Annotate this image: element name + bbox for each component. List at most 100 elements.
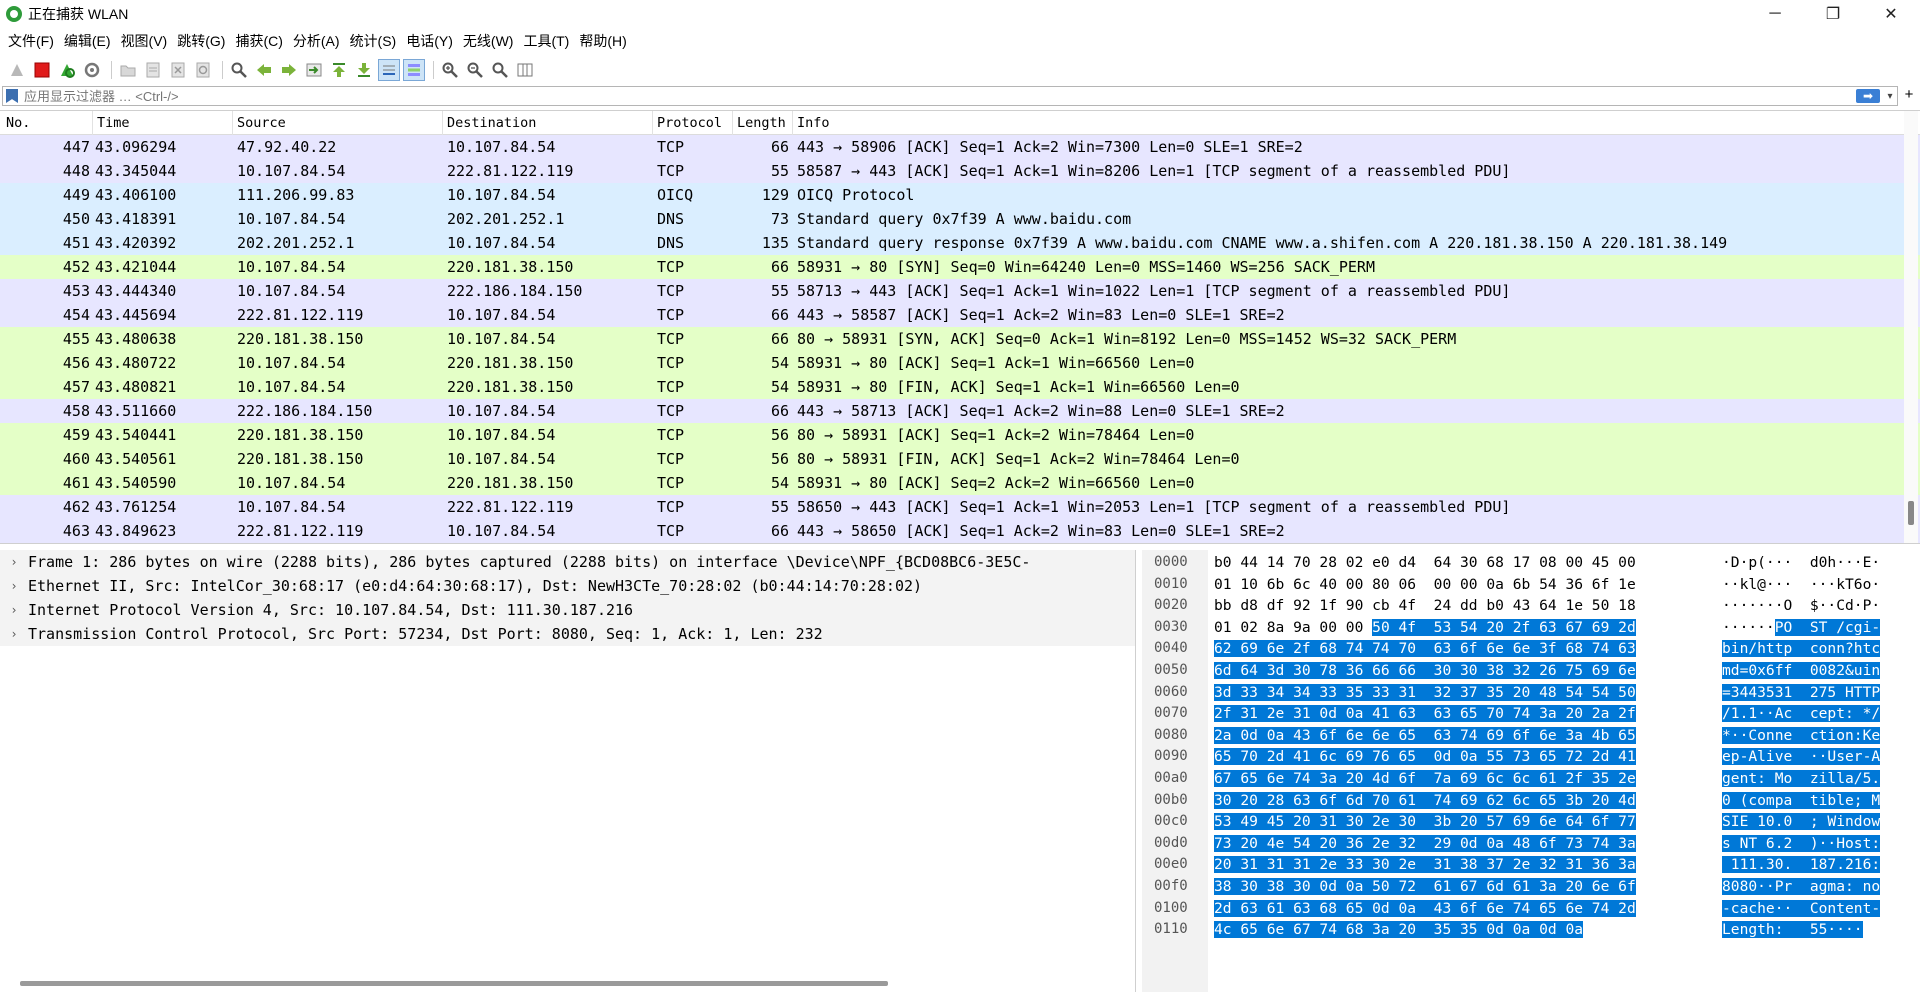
ascii-bytes-line[interactable]: Length: 55···· <box>1722 919 1863 941</box>
hex-bytes-line[interactable]: 73 20 4e 54 20 36 2e 32 29 0d 0a 48 6f 7… <box>1214 833 1636 855</box>
packet-row[interactable]: 452 43.421044 10.107.84.54 220.181.38.150 TC… <box>0 255 1920 279</box>
hex-bytes-line[interactable]: 6d 64 3d 30 78 36 66 66 30 30 38 32 26 7… <box>1214 660 1636 682</box>
packet-row[interactable]: 460 43.540561 220.181.38.150 10.107.84.54 TC… <box>0 447 1920 471</box>
go-to-packet-icon[interactable] <box>303 59 325 81</box>
column-header-protocol[interactable]: Protocol <box>653 111 733 135</box>
menu-telephony[interactable]: 电话(Y) <box>401 31 458 51</box>
packet-row[interactable]: 453 43.444340 10.107.84.54 222.186.184.150 T… <box>0 279 1920 303</box>
column-header-source[interactable]: Source <box>233 111 443 135</box>
start-capture-fin-icon[interactable] <box>6 59 28 81</box>
resize-columns-icon[interactable] <box>514 59 536 81</box>
menu-go[interactable]: 跳转(G) <box>172 31 230 51</box>
column-header-length[interactable]: Length <box>733 111 793 135</box>
hex-bytes-line[interactable]: 01 10 6b 6c 40 00 80 06 00 00 0a 6b 54 3… <box>1214 574 1636 596</box>
close-button[interactable]: ✕ <box>1862 0 1920 28</box>
colorize-list-icon[interactable] <box>403 59 425 81</box>
ascii-bytes-line[interactable]: /1.1··Ac cept: */ <box>1722 703 1881 725</box>
hex-bytes-line[interactable]: b0 44 14 70 28 02 e0 d4 64 30 68 17 08 0… <box>1214 552 1636 574</box>
filter-bookmark-icon[interactable] <box>6 89 18 103</box>
ascii-bytes-line[interactable]: *··Conne ction:Ke <box>1722 725 1881 747</box>
hex-bytes-line[interactable]: 2f 31 2e 31 0d 0a 41 63 63 65 70 74 3a 2… <box>1214 703 1636 725</box>
hex-bytes-line[interactable]: 2a 0d 0a 43 6f 6e 6e 65 63 74 69 6f 6e 3… <box>1214 725 1636 747</box>
display-filter-input[interactable] <box>18 87 1856 105</box>
ascii-bytes-line[interactable]: 111.30. 187.216: <box>1722 854 1881 876</box>
column-header-info[interactable]: Info <box>793 111 1920 135</box>
ascii-bytes-line[interactable]: ·······O $··Cd·P· <box>1722 595 1880 617</box>
hex-bytes-line[interactable]: 20 31 31 31 2e 33 30 2e 31 38 37 2e 32 3… <box>1214 854 1636 876</box>
ascii-bytes-line[interactable]: SIE 10.0 ; Window <box>1722 811 1881 833</box>
hex-bytes-line[interactable]: 4c 65 6e 67 74 68 3a 20 35 35 0d 0a 0d 0… <box>1214 919 1584 941</box>
capture-options-gear-icon[interactable] <box>81 59 103 81</box>
hex-bytes-line[interactable]: 53 49 45 20 31 30 2e 30 3b 20 57 69 6e 6… <box>1214 811 1636 833</box>
stop-capture-icon[interactable] <box>31 59 53 81</box>
expand-arrow-icon[interactable]: › <box>0 579 28 593</box>
packet-row[interactable]: 451 43.420392 202.201.252.1 10.107.84.54 DNS… <box>0 231 1920 255</box>
packet-list-scrollbar[interactable] <box>1904 111 1918 543</box>
menu-wireless[interactable]: 无线(W) <box>458 31 519 51</box>
hex-bytes-line[interactable]: 65 70 2d 41 6c 69 76 65 0d 0a 55 73 65 7… <box>1214 746 1636 768</box>
filter-history-dropdown-icon[interactable]: ▾ <box>1883 91 1897 102</box>
menu-capture[interactable]: 捕获(C) <box>230 31 287 51</box>
hex-bytes-line[interactable]: 62 69 6e 2f 68 74 74 70 63 6f 6e 6e 3f 6… <box>1214 638 1636 660</box>
column-header-destination[interactable]: Destination <box>443 111 653 135</box>
ascii-bytes-line[interactable]: md=0x6ff 0082&uin <box>1722 660 1881 682</box>
reload-file-icon[interactable] <box>192 59 214 81</box>
hex-bytes-line[interactable]: 38 30 38 30 0d 0a 50 72 61 67 6d 61 3a 2… <box>1214 876 1636 898</box>
zoom-normal-icon[interactable] <box>489 59 511 81</box>
close-file-icon[interactable] <box>167 59 189 81</box>
column-header-no[interactable]: No. <box>0 111 93 135</box>
expand-arrow-icon[interactable]: › <box>0 627 28 641</box>
ascii-bytes-line[interactable]: 0 (compa tible; M <box>1722 790 1881 812</box>
scrollbar-thumb[interactable] <box>1908 501 1914 525</box>
go-back-arrow-icon[interactable] <box>253 59 275 81</box>
packet-row[interactable]: 457 43.480821 10.107.84.54 220.181.38.150 TC… <box>0 375 1920 399</box>
go-first-packet-icon[interactable] <box>328 59 350 81</box>
packet-row[interactable]: 456 43.480722 10.107.84.54 220.181.38.150 TC… <box>0 351 1920 375</box>
zoom-in-icon[interactable] <box>439 59 461 81</box>
menu-tools[interactable]: 工具(T) <box>518 31 574 51</box>
maximize-button[interactable]: ❐ <box>1804 0 1862 28</box>
open-file-folder-icon[interactable] <box>117 59 139 81</box>
expand-arrow-icon[interactable]: › <box>0 603 28 617</box>
hex-bytes-line[interactable]: bb d8 df 92 1f 90 cb 4f 24 dd b0 43 64 1… <box>1214 595 1636 617</box>
column-header-time[interactable]: Time <box>93 111 233 135</box>
packet-row[interactable]: 462 43.761254 10.107.84.54 222.81.122.119 TC… <box>0 495 1920 519</box>
menu-analyze[interactable]: 分析(A) <box>288 31 345 51</box>
menu-help[interactable]: 帮助(H) <box>574 31 631 51</box>
auto-scroll-icon[interactable] <box>378 59 400 81</box>
packet-row[interactable]: 455 43.480638 220.181.38.150 10.107.84.54 TC… <box>0 327 1920 351</box>
menu-view[interactable]: 视图(V) <box>116 31 173 51</box>
save-file-icon[interactable] <box>142 59 164 81</box>
ascii-bytes-line[interactable]: -cache·· Content- <box>1722 898 1881 920</box>
ascii-bytes-line[interactable]: gent: Mo zilla/5. <box>1722 768 1881 790</box>
packet-row[interactable]: 458 43.511660 222.186.184.150 10.107.84.54 T… <box>0 399 1920 423</box>
menu-file[interactable]: 文件(F) <box>3 31 59 51</box>
ascii-bytes-line[interactable]: ·D·p(··· d0h···E· <box>1722 552 1880 574</box>
ascii-bytes-line[interactable]: ep-Alive ··User-A <box>1722 746 1881 768</box>
detail-ipv4[interactable]: › Internet Protocol Version 4, Src: 10.1… <box>0 598 1135 622</box>
details-horizontal-scrollbar[interactable] <box>20 981 888 986</box>
ascii-bytes-line[interactable]: s NT 6.2 )··Host: <box>1722 833 1881 855</box>
menu-edit[interactable]: 编辑(E) <box>59 31 116 51</box>
hex-bytes-line[interactable]: 3d 33 34 34 33 35 33 31 32 37 35 20 48 5… <box>1214 682 1636 704</box>
packet-row[interactable]: 448 43.345044 10.107.84.54 222.81.122.119 TC… <box>0 159 1920 183</box>
ascii-bytes-line[interactable]: 8080··Pr agma: no <box>1722 876 1881 898</box>
minimize-button[interactable]: ─ <box>1746 0 1804 28</box>
menu-statistics[interactable]: 统计(S) <box>345 31 402 51</box>
find-packet-search-icon[interactable] <box>228 59 250 81</box>
hex-bytes-line[interactable]: 30 20 28 63 6f 6d 70 61 74 69 62 6c 65 3… <box>1214 790 1636 812</box>
packet-row[interactable]: 459 43.540441 220.181.38.150 10.107.84.54 TC… <box>0 423 1920 447</box>
packet-row[interactable]: 447 43.096294 47.92.40.22 10.107.84.54 TCP 66… <box>0 135 1920 159</box>
packet-row[interactable]: 450 43.418391 10.107.84.54 202.201.252.1 DNS… <box>0 207 1920 231</box>
packet-row[interactable]: 449 43.406100 111.206.99.83 10.107.84.54 OIC… <box>0 183 1920 207</box>
packet-row[interactable]: 454 43.445694 222.81.122.119 10.107.84.54 TC… <box>0 303 1920 327</box>
zoom-out-icon[interactable] <box>464 59 486 81</box>
restart-capture-icon[interactable] <box>56 59 78 81</box>
ascii-bytes-line[interactable]: bin/http conn?htc <box>1722 638 1881 660</box>
apply-filter-arrow-icon[interactable]: ➡ <box>1856 89 1880 103</box>
detail-frame[interactable]: › Frame 1: 286 bytes on wire (2288 bits)… <box>0 550 1135 574</box>
detail-ethernet[interactable]: › Ethernet II, Src: IntelCor_30:68:17 (e… <box>0 574 1135 598</box>
hex-bytes-line[interactable]: 67 65 6e 74 3a 20 4d 6f 7a 69 6c 6c 61 2… <box>1214 768 1636 790</box>
add-filter-button[interactable]: + <box>1900 86 1918 106</box>
go-last-packet-icon[interactable] <box>353 59 375 81</box>
